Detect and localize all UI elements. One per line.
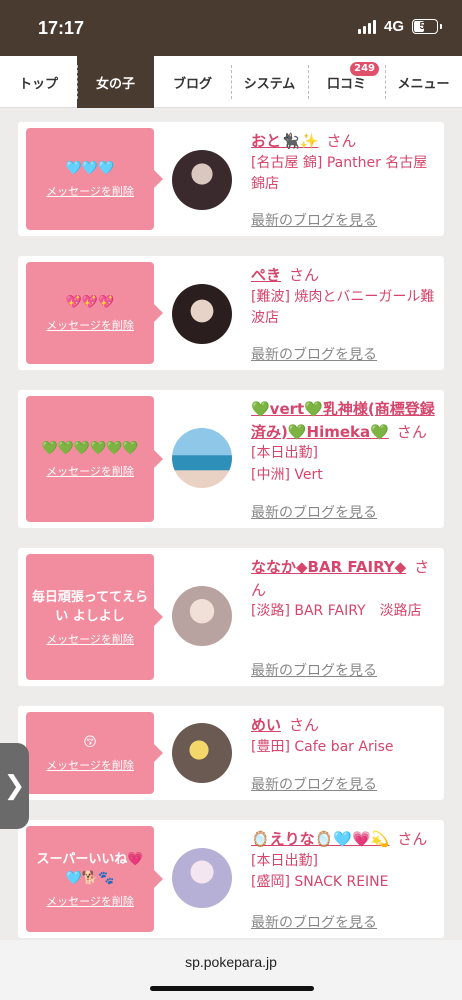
cast-info: ななか◆BAR FAIRY◆ さん [淡路] BAR FAIRY 淡路店 (251, 556, 438, 623)
battery-level: 52 (419, 21, 431, 32)
avatar[interactable] (172, 586, 232, 646)
shop-info: [豊田] Cafe bar Arise (251, 738, 394, 755)
shop-info: [盛岡] SNACK REINE (251, 874, 389, 891)
delete-message-link[interactable]: メッセージを削除 (46, 463, 134, 479)
tab-blog[interactable]: ブログ (154, 56, 231, 108)
delete-message-link[interactable]: メッセージを削除 (46, 317, 134, 333)
cast-info: ぺき さん [難波] 焼肉とバニーガール難波店 (251, 264, 438, 330)
delete-message-link[interactable]: メッセージを削除 (46, 893, 134, 909)
tab-label: トップ (18, 76, 58, 92)
latest-blog-link[interactable]: 最新のブログを見る (251, 912, 377, 932)
message-text: スーパーいいね💗🩵🐕🐾 (36, 851, 144, 887)
honorific: さん (326, 132, 357, 150)
browser-url-bar[interactable]: sp.pokepara.jp (0, 940, 462, 1000)
list-item: 💚💚💚💚💚💚 メッセージを削除 💚vert💚乳神様(商標登録済み)💚Himeka… (18, 390, 444, 528)
cast-name-link[interactable]: めい (251, 716, 281, 734)
network-type: 4G (383, 18, 404, 35)
delete-message-link[interactable]: メッセージを削除 (46, 757, 134, 773)
list-item: 😚 メッセージを削除 めい さん [豊田] Cafe bar Arise 最新のブ… (18, 706, 444, 800)
tab-label: システム (243, 76, 296, 92)
honorific: さん (397, 830, 428, 848)
honorific: さん (289, 266, 320, 284)
status-bar: 17:17 4G 52 (0, 0, 462, 56)
message-text: 😚 (83, 735, 97, 751)
cast-info: おと🐈‍⬛✨ さん [名古屋 錦] Panther 名古屋錦店 (251, 130, 438, 196)
chevron-right-icon: ❯ (3, 771, 26, 801)
cast-info: めい さん [豊田] Cafe bar Arise (251, 714, 438, 758)
cast-name-link[interactable]: 🪞えりな🪞🩵💗💫 (251, 830, 389, 848)
shop-info: [本日出勤] (251, 852, 318, 869)
honorific: さん (396, 422, 427, 441)
message-box: 💖💖💖 メッセージを削除 (26, 262, 163, 364)
battery-cap (440, 24, 442, 29)
shop-info: [中洲] Vert (251, 466, 323, 483)
shop-info: [難波] 焼肉とバニーガール難波店 (251, 288, 435, 327)
latest-blog-link[interactable]: 最新のブログを見る (251, 660, 377, 680)
tab-label: 女の子 (95, 76, 135, 92)
list-item: 🩵🩵🩵 メッセージを削除 おと🐈‍⬛✨ さん [名古屋 錦] Panther 名古… (18, 122, 444, 236)
delete-message-link[interactable]: メッセージを削除 (46, 183, 134, 199)
cast-info: 🪞えりな🪞🩵💗💫 さん [本日出勤] [盛岡] SNACK REINE (251, 828, 438, 894)
message-box: スーパーいいね💗🩵🐕🐾 メッセージを削除 (26, 826, 163, 932)
avatar[interactable] (172, 150, 232, 210)
message-box: 💚💚💚💚💚💚 メッセージを削除 (26, 396, 163, 522)
cast-name-link[interactable]: おと🐈‍⬛✨ (251, 132, 318, 150)
status-indicators: 4G 52 (357, 18, 442, 35)
message-box: 😚 メッセージを削除 (26, 712, 163, 794)
latest-blog-link[interactable]: 最新のブログを見る (251, 502, 377, 522)
cast-name-link[interactable]: ななか◆BAR FAIRY◆ (251, 558, 406, 576)
message-text: 毎日頑張っててえらい よしよし (31, 589, 149, 625)
tab-label: メニュー (397, 76, 450, 92)
reviews-count-badge: 249 (350, 62, 379, 76)
delete-message-link[interactable]: メッセージを削除 (46, 631, 134, 647)
latest-blog-link[interactable]: 最新のブログを見る (251, 774, 377, 794)
side-drawer-handle[interactable]: ❯ (0, 743, 29, 829)
list-item: 💖💖💖 メッセージを削除 ぺき さん [難波] 焼肉とバニーガール難波店 最新のブ… (18, 256, 444, 370)
tab-system[interactable]: システム (231, 56, 308, 108)
status-time: 17:17 (38, 18, 85, 38)
message-box: 🩵🩵🩵 メッセージを削除 (26, 128, 163, 230)
cast-info: 💚vert💚乳神様(商標登録済み)💚Himeka💚 さん [本日出勤] [中洲] … (251, 398, 438, 486)
home-indicator[interactable] (150, 986, 314, 991)
shop-info: [本日出勤] (251, 445, 318, 461)
message-text: 🩵🩵🩵 (65, 161, 115, 177)
tab-label: ブログ (172, 76, 212, 92)
avatar[interactable] (172, 723, 232, 783)
tab-top[interactable]: トップ (0, 56, 77, 108)
battery-icon: 52 (412, 19, 438, 34)
nav-tabs: トップ 女の子 ブログ システム 口コミ 249 メニュー (0, 56, 462, 108)
list-item: スーパーいいね💗🩵🐕🐾 メッセージを削除 🪞えりな🪞🩵💗💫 さん [本日出勤] [… (18, 820, 444, 938)
signal-icon (357, 19, 376, 34)
cast-name-link[interactable]: ぺき (251, 266, 281, 284)
avatar[interactable] (172, 428, 232, 488)
message-text: 💚💚💚💚💚💚 (41, 441, 139, 457)
tab-reviews[interactable]: 口コミ 249 (308, 56, 385, 108)
tab-girls[interactable]: 女の子 (77, 56, 154, 108)
tab-menu[interactable]: メニュー (385, 56, 462, 108)
shop-info: [淡路] BAR FAIRY 淡路店 (251, 603, 422, 619)
url-text: sp.pokepara.jp (185, 954, 277, 970)
shop-info: [名古屋 錦] Panther 名古屋錦店 (251, 154, 428, 193)
avatar[interactable] (172, 284, 232, 344)
latest-blog-link[interactable]: 最新のブログを見る (251, 344, 377, 364)
list-item: 毎日頑張っててえらい よしよし メッセージを削除 ななか◆BAR FAIRY◆ さ… (18, 548, 444, 686)
message-box: 毎日頑張っててえらい よしよし メッセージを削除 (26, 554, 163, 680)
message-text: 💖💖💖 (65, 295, 115, 311)
honorific: さん (289, 716, 320, 734)
latest-blog-link[interactable]: 最新のブログを見る (251, 210, 377, 230)
avatar[interactable] (172, 848, 232, 908)
